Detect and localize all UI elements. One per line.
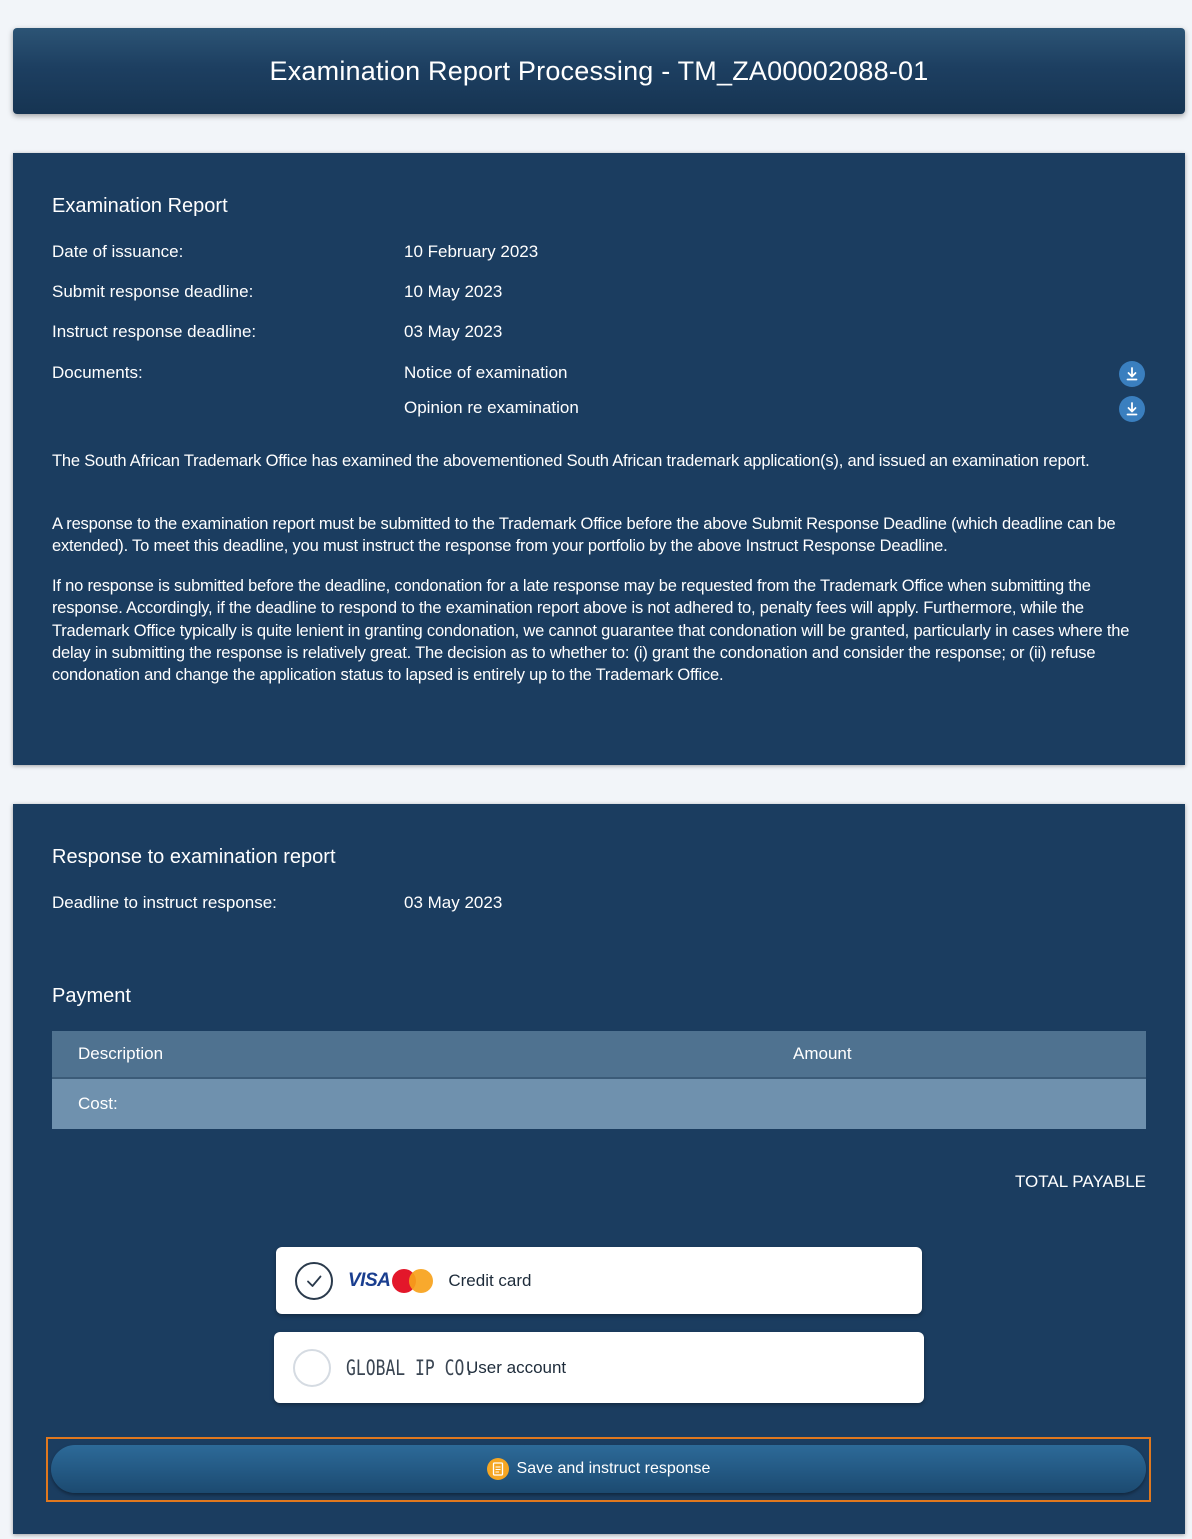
document-icon <box>486 1458 509 1480</box>
date-of-issuance-label: Date of issuance: <box>52 242 184 261</box>
check-icon <box>307 1275 322 1287</box>
save-and-instruct-button[interactable]: Save and instruct response <box>51 1445 1146 1493</box>
payment-table-header: Description Amount <box>52 1031 1146 1079</box>
examination-report-title: Examination Report <box>52 195 228 217</box>
download-icon[interactable] <box>1119 396 1145 422</box>
radio-selected[interactable] <box>295 1261 333 1300</box>
date-of-issuance-value: 10 February 2023 <box>404 242 539 261</box>
page: Examination Report Processing - TM_ZA000… <box>0 0 1192 1539</box>
response-title: Response to examination report <box>52 846 336 868</box>
info-paragraph: A response to the examination report mus… <box>52 515 1116 556</box>
response-panel: Response to examination report Deadline … <box>13 804 1185 1534</box>
info-paragraph: If no response is submitted before the d… <box>52 577 1130 685</box>
instruct-deadline-value: 03 May 2023 <box>404 322 503 341</box>
info-paragraph: The South African Trademark Office has e… <box>52 452 1090 470</box>
column-header-amount: Amount <box>793 1044 852 1063</box>
cost-description: Cost: <box>78 1094 118 1113</box>
documents-label: Documents: <box>52 363 143 382</box>
download-icon[interactable] <box>1119 361 1145 387</box>
submit-deadline-value: 10 May 2023 <box>404 282 503 301</box>
column-header-description: Description <box>78 1044 164 1063</box>
radio-unselected[interactable] <box>293 1348 331 1387</box>
payment-option-user-account[interactable]: GLOBAL IP CO. User account <box>274 1332 924 1403</box>
header-bar: Examination Report Processing - TM_ZA000… <box>13 28 1185 114</box>
payment-title: Payment <box>52 985 131 1007</box>
document-link-notice[interactable]: Notice of examination <box>404 363 567 383</box>
visa-logo: VISA <box>348 1269 391 1291</box>
payment-table: Description Amount Cost: <box>52 1031 1146 1129</box>
table-row: Cost: <box>52 1079 1146 1129</box>
document-link-opinion[interactable]: Opinion re examination <box>404 398 579 418</box>
instruct-response-deadline-value: 03 May 2023 <box>404 893 503 912</box>
page-title: Examination Report Processing - TM_ZA000… <box>269 55 929 86</box>
total-payable-label: TOTAL PAYABLE <box>1014 1172 1146 1191</box>
user-account-label: User account <box>466 1357 567 1377</box>
examination-report-panel: Examination Report Date of issuance: 10 … <box>13 153 1185 765</box>
credit-card-label: Credit card <box>448 1270 532 1290</box>
instruct-deadline-label: Instruct response deadline: <box>52 322 257 341</box>
save-button-label: Save and instruct response <box>516 1460 711 1477</box>
global-ip-co-logo: GLOBAL IP CO. <box>346 1355 475 1380</box>
payment-option-credit-card[interactable]: VISA Credit card <box>276 1247 922 1314</box>
mastercard-logo <box>392 1268 434 1293</box>
instruct-response-deadline-label: Deadline to instruct response: <box>52 893 277 912</box>
submit-deadline-label: Submit response deadline: <box>52 282 254 301</box>
